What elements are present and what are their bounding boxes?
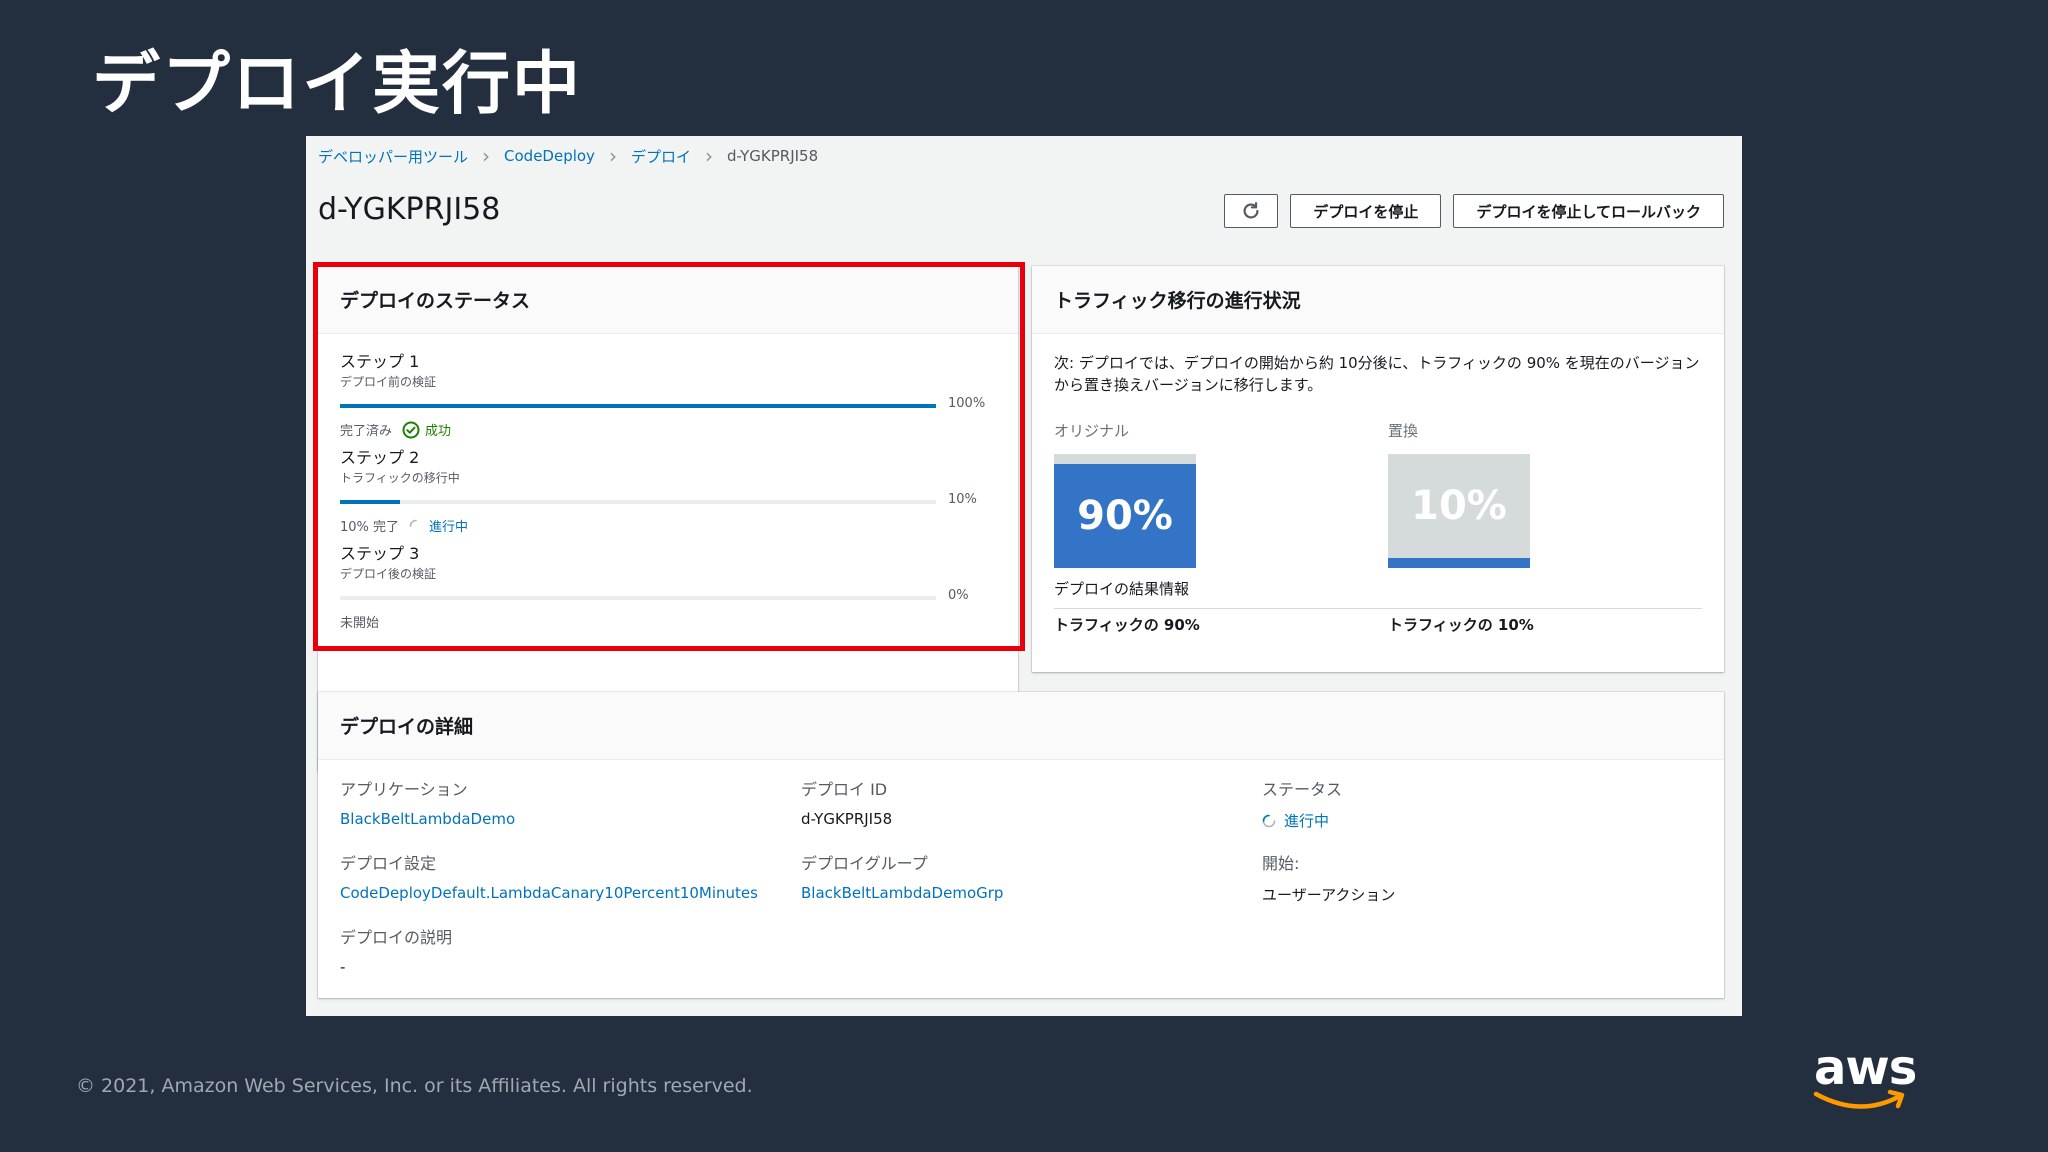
details-card-title: デプロイの詳細 bbox=[318, 692, 1724, 760]
step-description: デプロイ後の検証 bbox=[340, 567, 437, 581]
field-label: 開始: bbox=[1262, 854, 1300, 873]
progress-fill bbox=[340, 404, 936, 408]
step-2: ステップ 2 トラフィックの移行中 10% 10% 完了 進行中 bbox=[340, 444, 996, 535]
step-state: 完了済み 成功 bbox=[340, 420, 996, 439]
progress-track bbox=[340, 404, 936, 408]
step-state-text: 未開始 bbox=[340, 616, 380, 631]
deployment-config-field: デプロイ設定 CodeDeployDefault.LambdaCanary10P… bbox=[340, 850, 758, 902]
progress-track bbox=[340, 500, 936, 504]
breadcrumb-developer-tools[interactable]: デベロッパー用ツール bbox=[318, 146, 468, 167]
step-description: トラフィックの移行中 bbox=[340, 471, 460, 485]
field-label: デプロイの説明 bbox=[340, 928, 453, 947]
traffic-description: 次: デプロイでは、デプロイの開始から約 10分後に、トラフィックの 90% を… bbox=[1054, 354, 1700, 394]
status-field: ステータス 進行中 bbox=[1262, 776, 1342, 831]
original-label: オリジナル bbox=[1054, 422, 1130, 440]
spinner-icon bbox=[409, 519, 417, 527]
divider bbox=[1054, 608, 1702, 609]
step-name: ステップ 3 bbox=[340, 544, 420, 563]
success-text: 成功 bbox=[425, 424, 452, 439]
status-card-title: デプロイのステータス bbox=[318, 266, 1018, 334]
breadcrumb-codedeploy[interactable]: CodeDeploy bbox=[504, 147, 595, 165]
replacement-label: 置換 bbox=[1388, 422, 1419, 440]
application-field: アプリケーション BlackBeltLambdaDemo bbox=[340, 776, 515, 828]
success-badge: 成功 bbox=[402, 420, 451, 439]
step-progress: 10% bbox=[340, 492, 996, 512]
step-description: デプロイ前の検証 bbox=[340, 375, 437, 389]
breadcrumb-deployments[interactable]: デプロイ bbox=[631, 146, 691, 167]
progress-percent: 0% bbox=[948, 588, 969, 603]
replacement-traffic-percent: 10% bbox=[1411, 483, 1507, 529]
deployment-description-value: - bbox=[340, 958, 346, 976]
page-title: d-YGKPRJI58 bbox=[318, 192, 501, 227]
field-label: デプロイグループ bbox=[801, 854, 928, 873]
replacement-traffic-share: トラフィックの 10% bbox=[1388, 616, 1534, 634]
codedeploy-console: デベロッパー用ツール › CodeDeploy › デプロイ › d-YGKPR… bbox=[306, 136, 1742, 1016]
breadcrumb: デベロッパー用ツール › CodeDeploy › デプロイ › d-YGKPR… bbox=[318, 144, 818, 168]
traffic-card-title: トラフィック移行の進行状況 bbox=[1032, 266, 1724, 334]
original-traffic-box: 90% bbox=[1054, 454, 1196, 568]
step-progress: 0% bbox=[340, 588, 996, 608]
deployment-config-link[interactable]: CodeDeployDefault.LambdaCanary10Percent1… bbox=[340, 884, 758, 902]
application-link[interactable]: BlackBeltLambdaDemo bbox=[340, 810, 515, 828]
step-state-text: 10% 完了 bbox=[340, 520, 400, 535]
status-value: 進行中 bbox=[1262, 810, 1342, 831]
deployment-description-field: デプロイの説明 - bbox=[340, 924, 452, 976]
slide-title: デプロイ実行中 bbox=[92, 45, 583, 124]
step-state: 未開始 bbox=[340, 612, 996, 631]
initiated-by-value: ユーザーアクション bbox=[1262, 886, 1396, 904]
traffic-shifting-card: トラフィック移行の進行状況 次: デプロイでは、デプロイの開始から約 10分後に… bbox=[1032, 266, 1724, 672]
initiated-by-field: 開始: ユーザーアクション bbox=[1262, 850, 1395, 905]
step-3: ステップ 3 デプロイ後の検証 0% 未開始 bbox=[340, 540, 996, 631]
step-name: ステップ 2 bbox=[340, 448, 420, 467]
status-text: 進行中 bbox=[1284, 812, 1330, 830]
field-label: デプロイ ID bbox=[801, 780, 888, 799]
action-bar: デプロイを停止 デプロイを停止してロールバック bbox=[1224, 194, 1724, 228]
replacement-traffic-box: 10% bbox=[1388, 454, 1530, 568]
progress-percent: 10% bbox=[948, 492, 977, 507]
copyright-notice: © 2021, Amazon Web Services, Inc. or its… bbox=[76, 1075, 753, 1097]
chevron-right-icon: › bbox=[482, 144, 491, 168]
step-name: ステップ 1 bbox=[340, 352, 420, 371]
original-traffic-share: トラフィックの 90% bbox=[1054, 616, 1200, 634]
field-label: アプリケーション bbox=[340, 780, 468, 799]
field-label: ステータス bbox=[1262, 780, 1343, 799]
deployment-group-link[interactable]: BlackBeltLambdaDemoGrp bbox=[801, 884, 1003, 902]
in-progress-text: 進行中 bbox=[429, 520, 469, 535]
deployment-result-label: デプロイの結果情報 bbox=[1054, 580, 1190, 598]
original-traffic-percent: 90% bbox=[1077, 493, 1173, 539]
spinner-icon bbox=[1262, 814, 1276, 827]
step-state: 10% 完了 進行中 bbox=[340, 516, 996, 535]
refresh-icon bbox=[1243, 202, 1259, 219]
step-state-text: 完了済み bbox=[340, 424, 393, 439]
breadcrumb-current: d-YGKPRJI58 bbox=[726, 147, 819, 165]
step-1: ステップ 1 デプロイ前の検証 100% 完了済み 成功 bbox=[340, 348, 996, 439]
stop-deployment-button[interactable]: デプロイを停止 bbox=[1290, 194, 1442, 228]
progress-track bbox=[340, 596, 936, 600]
stop-and-rollback-button[interactable]: デプロイを停止してロールバック bbox=[1453, 194, 1724, 228]
deploy-id-field: デプロイ ID d-YGKPRJI58 bbox=[801, 776, 892, 828]
aws-logo: aws bbox=[1810, 1040, 1917, 1116]
chevron-right-icon: › bbox=[704, 144, 713, 168]
progress-fill bbox=[340, 500, 400, 504]
deployment-details-card: デプロイの詳細 アプリケーション BlackBeltLambdaDemo デプロ… bbox=[318, 692, 1724, 998]
refresh-button[interactable] bbox=[1224, 194, 1279, 228]
chevron-right-icon: › bbox=[608, 144, 617, 168]
progress-percent: 100% bbox=[948, 396, 986, 411]
step-progress: 100% bbox=[340, 396, 996, 416]
in-progress-badge: 進行中 bbox=[409, 516, 468, 535]
deployment-group-field: デプロイグループ BlackBeltLambdaDemoGrp bbox=[801, 850, 1003, 902]
field-label: デプロイ設定 bbox=[340, 854, 437, 873]
check-circle-icon bbox=[402, 421, 420, 438]
aws-smile-icon bbox=[1813, 1089, 1905, 1109]
deploy-id-value: d-YGKPRJI58 bbox=[801, 810, 893, 828]
